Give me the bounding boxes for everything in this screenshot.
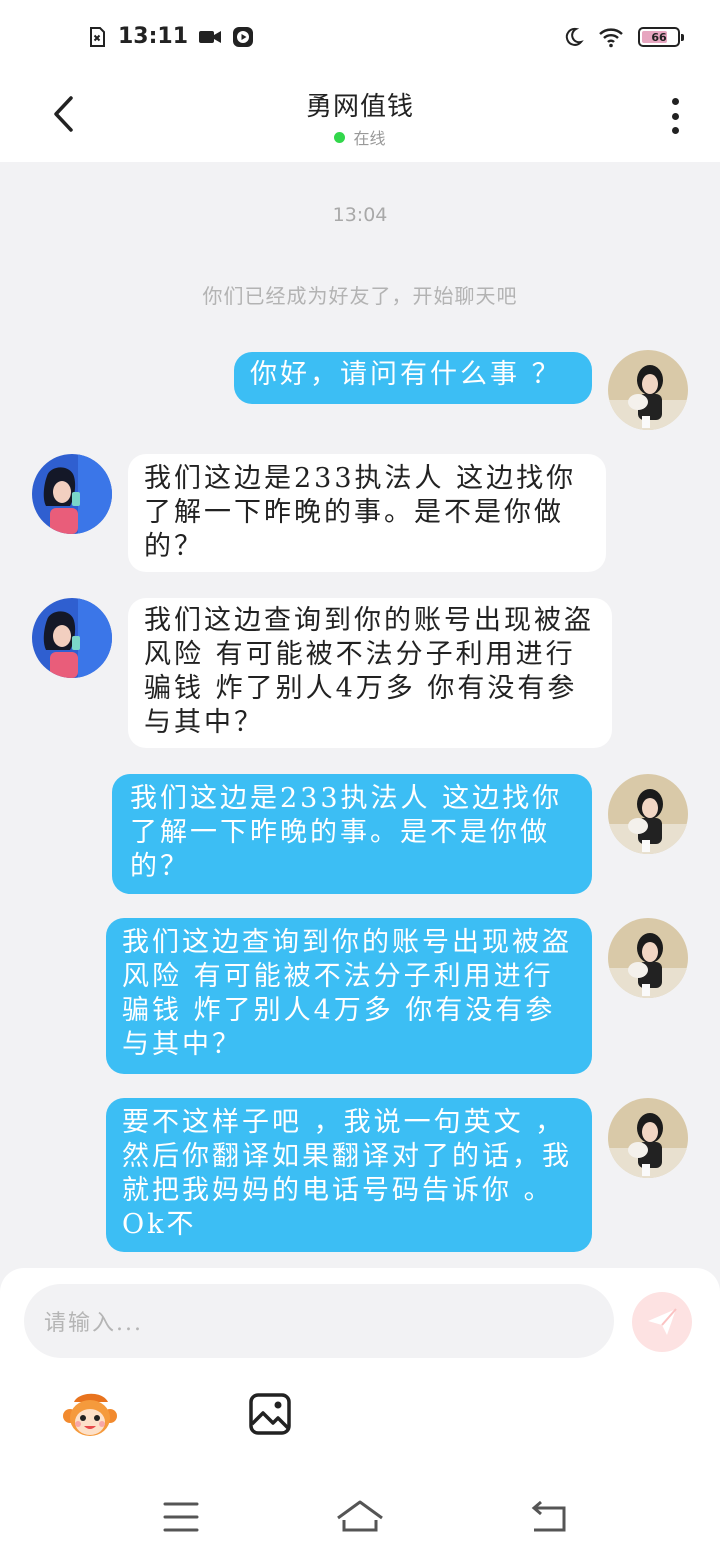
- image-picker-button[interactable]: [248, 1392, 292, 1436]
- avatar-photo-icon: [608, 1098, 688, 1178]
- battery-level: 66: [651, 30, 667, 44]
- system-nav-bar: [0, 1458, 720, 1560]
- more-dot-icon: [671, 98, 679, 105]
- my-avatar[interactable]: [608, 918, 688, 998]
- contact-avatar[interactable]: [32, 454, 112, 534]
- message-input[interactable]: 请输入...: [24, 1284, 614, 1358]
- sim-error-icon: [90, 26, 105, 47]
- avatar-illustration-icon: [32, 454, 112, 534]
- chat-messages[interactable]: 13:04 你们已经成为好友了，开始聊天吧 你好，请问有什么事 ？ 我们这边是2…: [0, 162, 720, 1270]
- my-avatar[interactable]: [608, 774, 688, 854]
- battery-icon: 66: [638, 27, 684, 47]
- chat-title: 勇网值钱: [305, 92, 414, 122]
- video-record-icon: [199, 30, 222, 43]
- contact-avatar[interactable]: [32, 598, 112, 678]
- avatar-illustration-icon: [32, 598, 112, 678]
- message-timestamp: 13:04: [332, 204, 388, 226]
- my-avatar[interactable]: [608, 350, 688, 430]
- online-status: 在线: [0, 125, 720, 149]
- more-dot-icon: [671, 127, 679, 134]
- avatar-photo-icon: [608, 918, 688, 998]
- message-bubble-sent[interactable]: 我们这边查询到你的账号出现被盗风险 有可能被不法分子利用进行骗钱 炸了别人4万多…: [106, 918, 592, 1074]
- message-bubble-sent[interactable]: 我们这边是233执法人 这边找你了解一下昨晚的事。是不是你做的？: [112, 774, 592, 894]
- message-bubble-received[interactable]: 我们这边查询到你的账号出现被盗风险 有可能被不法分子利用进行骗钱 炸了别人4万多…: [128, 598, 612, 748]
- moon-icon: [565, 27, 584, 46]
- message-bubble-sent[interactable]: 要不这样子吧 ，我说一句英文 ，然后你翻译如果翻译对了的话，我就把我妈妈的电话号…: [106, 1098, 592, 1252]
- more-options-button[interactable]: [660, 96, 690, 136]
- my-avatar[interactable]: [608, 1098, 688, 1178]
- system-message: 你们已经成为好友了，开始聊天吧: [202, 284, 518, 308]
- wifi-icon: [599, 28, 623, 48]
- emoji-button[interactable]: [62, 1388, 118, 1440]
- status-bar: 13:11 66: [0, 0, 720, 78]
- send-button[interactable]: [632, 1292, 692, 1352]
- message-composer: 请输入...: [0, 1268, 720, 1458]
- menu-nav-button[interactable]: [156, 1498, 206, 1538]
- avatar-photo-icon: [608, 350, 688, 430]
- message-bubble-sent[interactable]: 你好，请问有什么事 ？: [234, 352, 592, 404]
- online-dot-icon: [334, 131, 346, 143]
- more-dot-icon: [671, 112, 679, 120]
- avatar-photo-icon: [608, 774, 688, 854]
- send-icon: [648, 1308, 677, 1335]
- online-status-label: 在线: [353, 129, 386, 148]
- chat-header: 勇网值钱 在线: [0, 78, 720, 162]
- back-nav-button[interactable]: [524, 1498, 574, 1538]
- status-time: 13:11: [118, 24, 189, 49]
- play-icon: [233, 26, 254, 47]
- home-nav-button[interactable]: [335, 1498, 385, 1538]
- message-bubble-received[interactable]: 我们这边是233执法人 这边找你了解一下昨晚的事。是不是你做的？: [128, 454, 606, 572]
